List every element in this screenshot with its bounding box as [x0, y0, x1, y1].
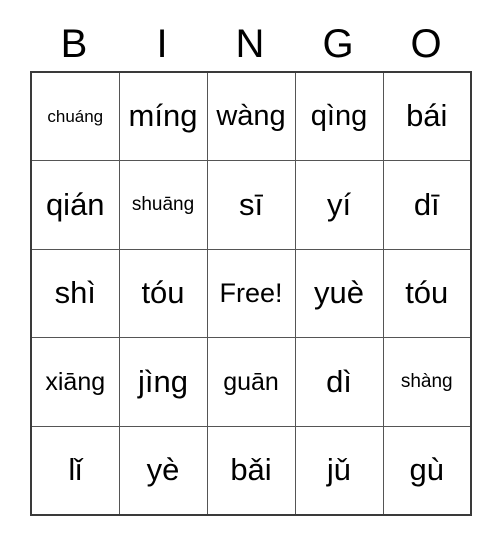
bingo-cell-o2[interactable]: dī — [382, 160, 472, 250]
bingo-grid: chuáng míng wàng qìng bái qián shuāng sī… — [30, 71, 472, 516]
bingo-row: shì tóu Free! yuè tóu — [30, 248, 472, 339]
bingo-cell-label: tóu — [141, 275, 185, 311]
bingo-cell-i3[interactable]: tóu — [118, 248, 208, 339]
bingo-cell-g5[interactable]: jǔ — [294, 425, 384, 516]
bingo-cell-free-space[interactable]: Free! — [206, 248, 296, 339]
bingo-cell-label: sī — [238, 186, 264, 222]
bingo-cell-label: shì — [54, 275, 96, 311]
bingo-cell-label: guān — [223, 367, 279, 396]
bingo-cell-o4[interactable]: shàng — [382, 337, 472, 427]
bingo-cell-o1[interactable]: bái — [382, 71, 472, 162]
bingo-header-letter-i: I — [156, 21, 168, 66]
bingo-cell-label: qìng — [310, 100, 368, 133]
bingo-header-letter-o: O — [410, 21, 442, 66]
bingo-row: lǐ yè bǎi jǔ gù — [30, 425, 472, 516]
bingo-cell-label: qián — [45, 186, 105, 222]
bingo-cell-i1[interactable]: míng — [118, 71, 208, 162]
bingo-card: B I N G O chuáng míng wàng qìng bái qián… — [0, 0, 500, 544]
bingo-cell-label: yè — [146, 452, 180, 488]
bingo-cell-label: shàng — [400, 371, 453, 393]
bingo-cell-label: bái — [406, 98, 448, 134]
bingo-cell-label: chuáng — [47, 106, 104, 126]
bingo-row: qián shuāng sī yí dī — [30, 160, 472, 250]
bingo-cell-b5[interactable]: lǐ — [30, 425, 120, 516]
bingo-cell-n5[interactable]: bǎi — [206, 425, 296, 516]
bingo-header-letter-n: N — [235, 21, 265, 66]
bingo-cell-g1[interactable]: qìng — [294, 71, 384, 162]
bingo-cell-label: míng — [128, 98, 198, 134]
bingo-cell-label: yuè — [314, 275, 364, 311]
bingo-cell-label: dì — [326, 363, 352, 399]
bingo-row: xiāng jìng guān dì shàng — [30, 337, 472, 427]
bingo-cell-label: jǔ — [326, 452, 352, 488]
bingo-cell-b3[interactable]: shì — [30, 248, 120, 339]
bingo-cell-g2[interactable]: yí — [294, 160, 384, 250]
bingo-cell-g3[interactable]: yuè — [294, 248, 384, 339]
bingo-cell-b4[interactable]: xiāng — [30, 337, 120, 427]
bingo-cell-i2[interactable]: shuāng — [118, 160, 208, 250]
bingo-cell-label: dī — [413, 186, 440, 222]
bingo-cell-label: bǎi — [230, 452, 272, 488]
bingo-header-letter-b: B — [60, 21, 88, 66]
bingo-cell-i4[interactable]: jìng — [118, 337, 208, 427]
bingo-cell-label: wàng — [216, 100, 286, 133]
bingo-row: chuáng míng wàng qìng bái — [30, 71, 472, 162]
bingo-header-row: B I N G O — [30, 16, 470, 71]
bingo-cell-b1[interactable]: chuáng — [30, 71, 120, 162]
bingo-cell-n2[interactable]: sī — [206, 160, 296, 250]
bingo-cell-i5[interactable]: yè — [118, 425, 208, 516]
bingo-cell-label: gù — [409, 452, 444, 488]
bingo-cell-label: yí — [326, 186, 352, 222]
bingo-cell-label: jìng — [138, 363, 188, 399]
bingo-cell-label: tóu — [405, 275, 449, 311]
bingo-cell-label: shuāng — [131, 193, 195, 215]
bingo-cell-b2[interactable]: qián — [30, 160, 120, 250]
bingo-header-letter-g: G — [322, 21, 354, 66]
bingo-cell-g4[interactable]: dì — [294, 337, 384, 427]
bingo-cell-n4[interactable]: guān — [206, 337, 296, 427]
bingo-cell-label: lǐ — [68, 452, 83, 488]
bingo-cell-label: xiāng — [45, 367, 106, 396]
bingo-cell-o3[interactable]: tóu — [382, 248, 472, 339]
bingo-cell-o5[interactable]: gù — [382, 425, 472, 516]
bingo-cell-n1[interactable]: wàng — [206, 71, 296, 162]
bingo-free-space-label: Free! — [219, 278, 283, 309]
